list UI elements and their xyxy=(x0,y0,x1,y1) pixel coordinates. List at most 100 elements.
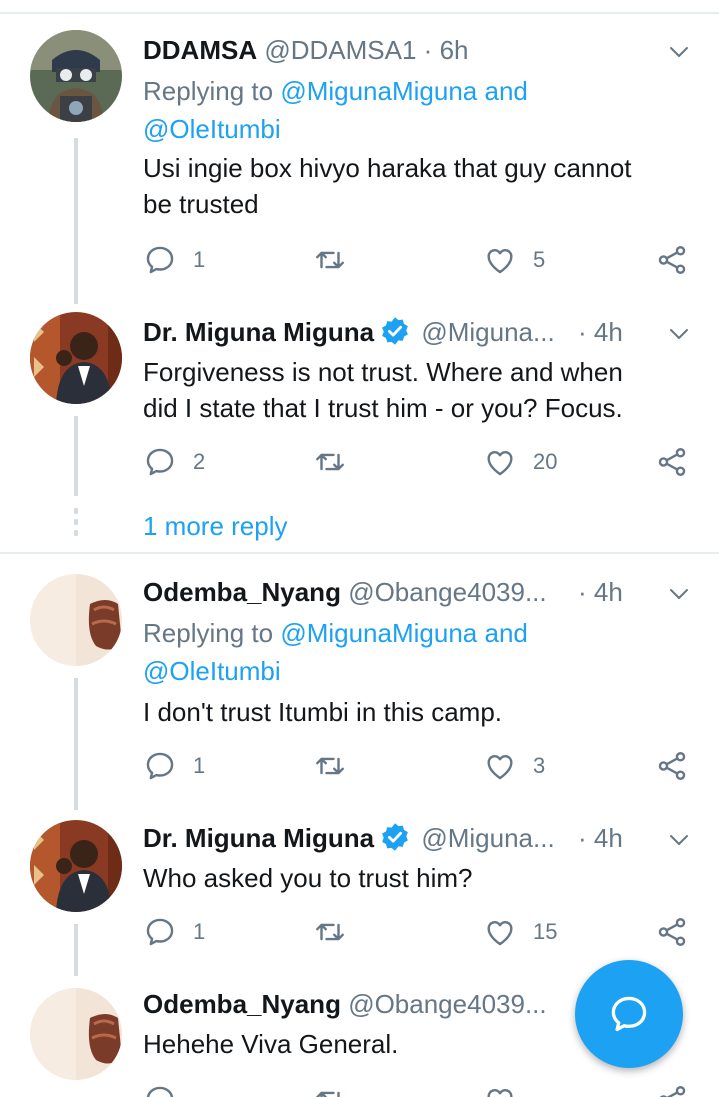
retweet-icon xyxy=(313,243,347,277)
chevron-down-icon[interactable] xyxy=(667,322,691,346)
like-button[interactable] xyxy=(483,1080,517,1097)
share-icon xyxy=(655,1083,689,1097)
share-button[interactable] xyxy=(655,442,689,482)
tweet-actions: 2 20 xyxy=(143,442,693,482)
heart-icon xyxy=(483,1083,517,1097)
tweet-actions: 1 5 xyxy=(143,240,693,280)
reply-icon xyxy=(143,749,177,783)
tweet-time-wrap: · 4h xyxy=(578,577,623,607)
author-name[interactable]: Dr. Miguna Miguna xyxy=(143,823,374,853)
tweet-time: 4h xyxy=(593,317,623,347)
heart-icon xyxy=(483,445,517,479)
author-handle: @DDAMSA1 xyxy=(264,35,417,65)
author-name[interactable]: Odemba_Nyang xyxy=(143,577,341,607)
tweet-time-wrap: · 4h xyxy=(578,823,623,853)
like-button[interactable]: 5 xyxy=(483,240,545,280)
tweet-header: Odemba_Nyang @Obange4039... xyxy=(143,572,569,612)
retweet-icon xyxy=(313,915,347,949)
reply-button[interactable]: 1 xyxy=(143,746,205,786)
tweet-text: Forgiveness is not trust. Where and when… xyxy=(143,357,623,423)
reply-button[interactable] xyxy=(143,1080,177,1097)
author-handle: @Miguna... xyxy=(421,317,555,347)
share-button[interactable] xyxy=(655,1080,689,1097)
tweet-actions xyxy=(143,1080,693,1097)
retweet-button[interactable] xyxy=(313,1080,347,1097)
top-divider xyxy=(0,12,719,14)
heart-icon xyxy=(483,915,517,949)
reply-icon xyxy=(143,243,177,277)
retweet-button[interactable] xyxy=(313,746,347,786)
tweet-time: 4h xyxy=(593,823,623,853)
chevron-down-icon[interactable] xyxy=(667,582,691,606)
author-handle: @Obange4039... xyxy=(348,577,547,607)
author-handle: @Miguna... xyxy=(421,823,555,853)
thread-line xyxy=(74,416,78,496)
chevron-down-icon[interactable] xyxy=(667,40,691,64)
retweet-button[interactable] xyxy=(313,442,347,482)
heart-icon xyxy=(483,243,517,277)
tweet-text: I don't trust Itumbi in this camp. xyxy=(143,697,502,727)
mention-link[interactable]: @MigunaMiguna and xyxy=(280,618,528,648)
conversation-divider xyxy=(0,552,719,554)
verified-badge-icon xyxy=(380,316,410,346)
retweet-icon xyxy=(313,445,347,479)
tweet-text: Who asked you to trust him? xyxy=(143,863,473,893)
replying-to: Replying to @MigunaMiguna and @OleItumbi xyxy=(143,76,528,144)
verified-badge-icon xyxy=(380,822,410,852)
tweet-time-wrap: · 4h xyxy=(578,317,623,347)
compose-reply-button[interactable] xyxy=(575,960,683,1068)
reply-count: 1 xyxy=(193,919,206,944)
heart-icon xyxy=(483,749,517,783)
author-name[interactable]: Dr. Miguna Miguna xyxy=(143,317,374,347)
reply-icon xyxy=(143,445,177,479)
retweet-button[interactable] xyxy=(313,240,347,280)
share-button[interactable] xyxy=(655,912,689,952)
author-name[interactable]: Odemba_Nyang xyxy=(143,989,341,1019)
avatar[interactable] xyxy=(30,574,122,666)
tweet-header: Dr. Miguna Miguna @Miguna... xyxy=(143,818,579,858)
reply-button[interactable]: 2 xyxy=(143,442,205,482)
chevron-down-icon[interactable] xyxy=(667,828,691,852)
share-button[interactable] xyxy=(655,746,689,786)
share-button[interactable] xyxy=(655,240,689,280)
thread-line xyxy=(74,924,78,976)
share-icon xyxy=(655,749,689,783)
like-count: 15 xyxy=(533,919,558,944)
share-icon xyxy=(655,445,689,479)
avatar[interactable] xyxy=(30,820,122,912)
retweet-icon xyxy=(313,1083,347,1097)
tweet-time: 4h xyxy=(593,577,623,607)
like-button[interactable]: 20 xyxy=(483,442,557,482)
like-button[interactable]: 3 xyxy=(483,746,545,786)
author-handle: @Obange4039... xyxy=(348,989,547,1019)
reply-button[interactable]: 1 xyxy=(143,240,205,280)
tweet-header: Odemba_Nyang @Obange4039... xyxy=(143,984,569,1024)
reply-button[interactable]: 1 xyxy=(143,912,205,952)
avatar[interactable] xyxy=(30,30,122,122)
mention-link[interactable]: @OleItumbi xyxy=(143,114,281,144)
avatar[interactable] xyxy=(30,312,122,404)
thread-line xyxy=(74,138,78,304)
thread-line xyxy=(74,678,78,810)
share-icon xyxy=(655,915,689,949)
more-replies-link[interactable]: 1 more reply xyxy=(143,506,288,546)
tweet-actions: 1 15 xyxy=(143,912,693,952)
reply-icon xyxy=(143,1083,177,1097)
tweet-time: 6h xyxy=(439,35,469,65)
like-count: 20 xyxy=(533,449,558,474)
like-count: 3 xyxy=(533,753,546,778)
mention-link[interactable]: @OleItumbi xyxy=(143,656,281,686)
share-icon xyxy=(655,243,689,277)
replying-to: Replying to @MigunaMiguna and @OleItumbi xyxy=(143,618,528,686)
retweet-button[interactable] xyxy=(313,912,347,952)
tweet-actions: 1 3 xyxy=(143,746,693,786)
reply-icon xyxy=(143,915,177,949)
avatar[interactable] xyxy=(30,988,122,1080)
mention-link[interactable]: @MigunaMiguna and xyxy=(280,76,528,106)
reply-count: 1 xyxy=(193,247,206,272)
like-button[interactable]: 15 xyxy=(483,912,557,952)
author-name[interactable]: DDAMSA xyxy=(143,35,257,65)
compose-reply-icon xyxy=(611,996,647,1032)
like-count: 5 xyxy=(533,247,546,272)
tweet-text: Usi ingie box hivyo haraka that guy cann… xyxy=(143,153,632,219)
